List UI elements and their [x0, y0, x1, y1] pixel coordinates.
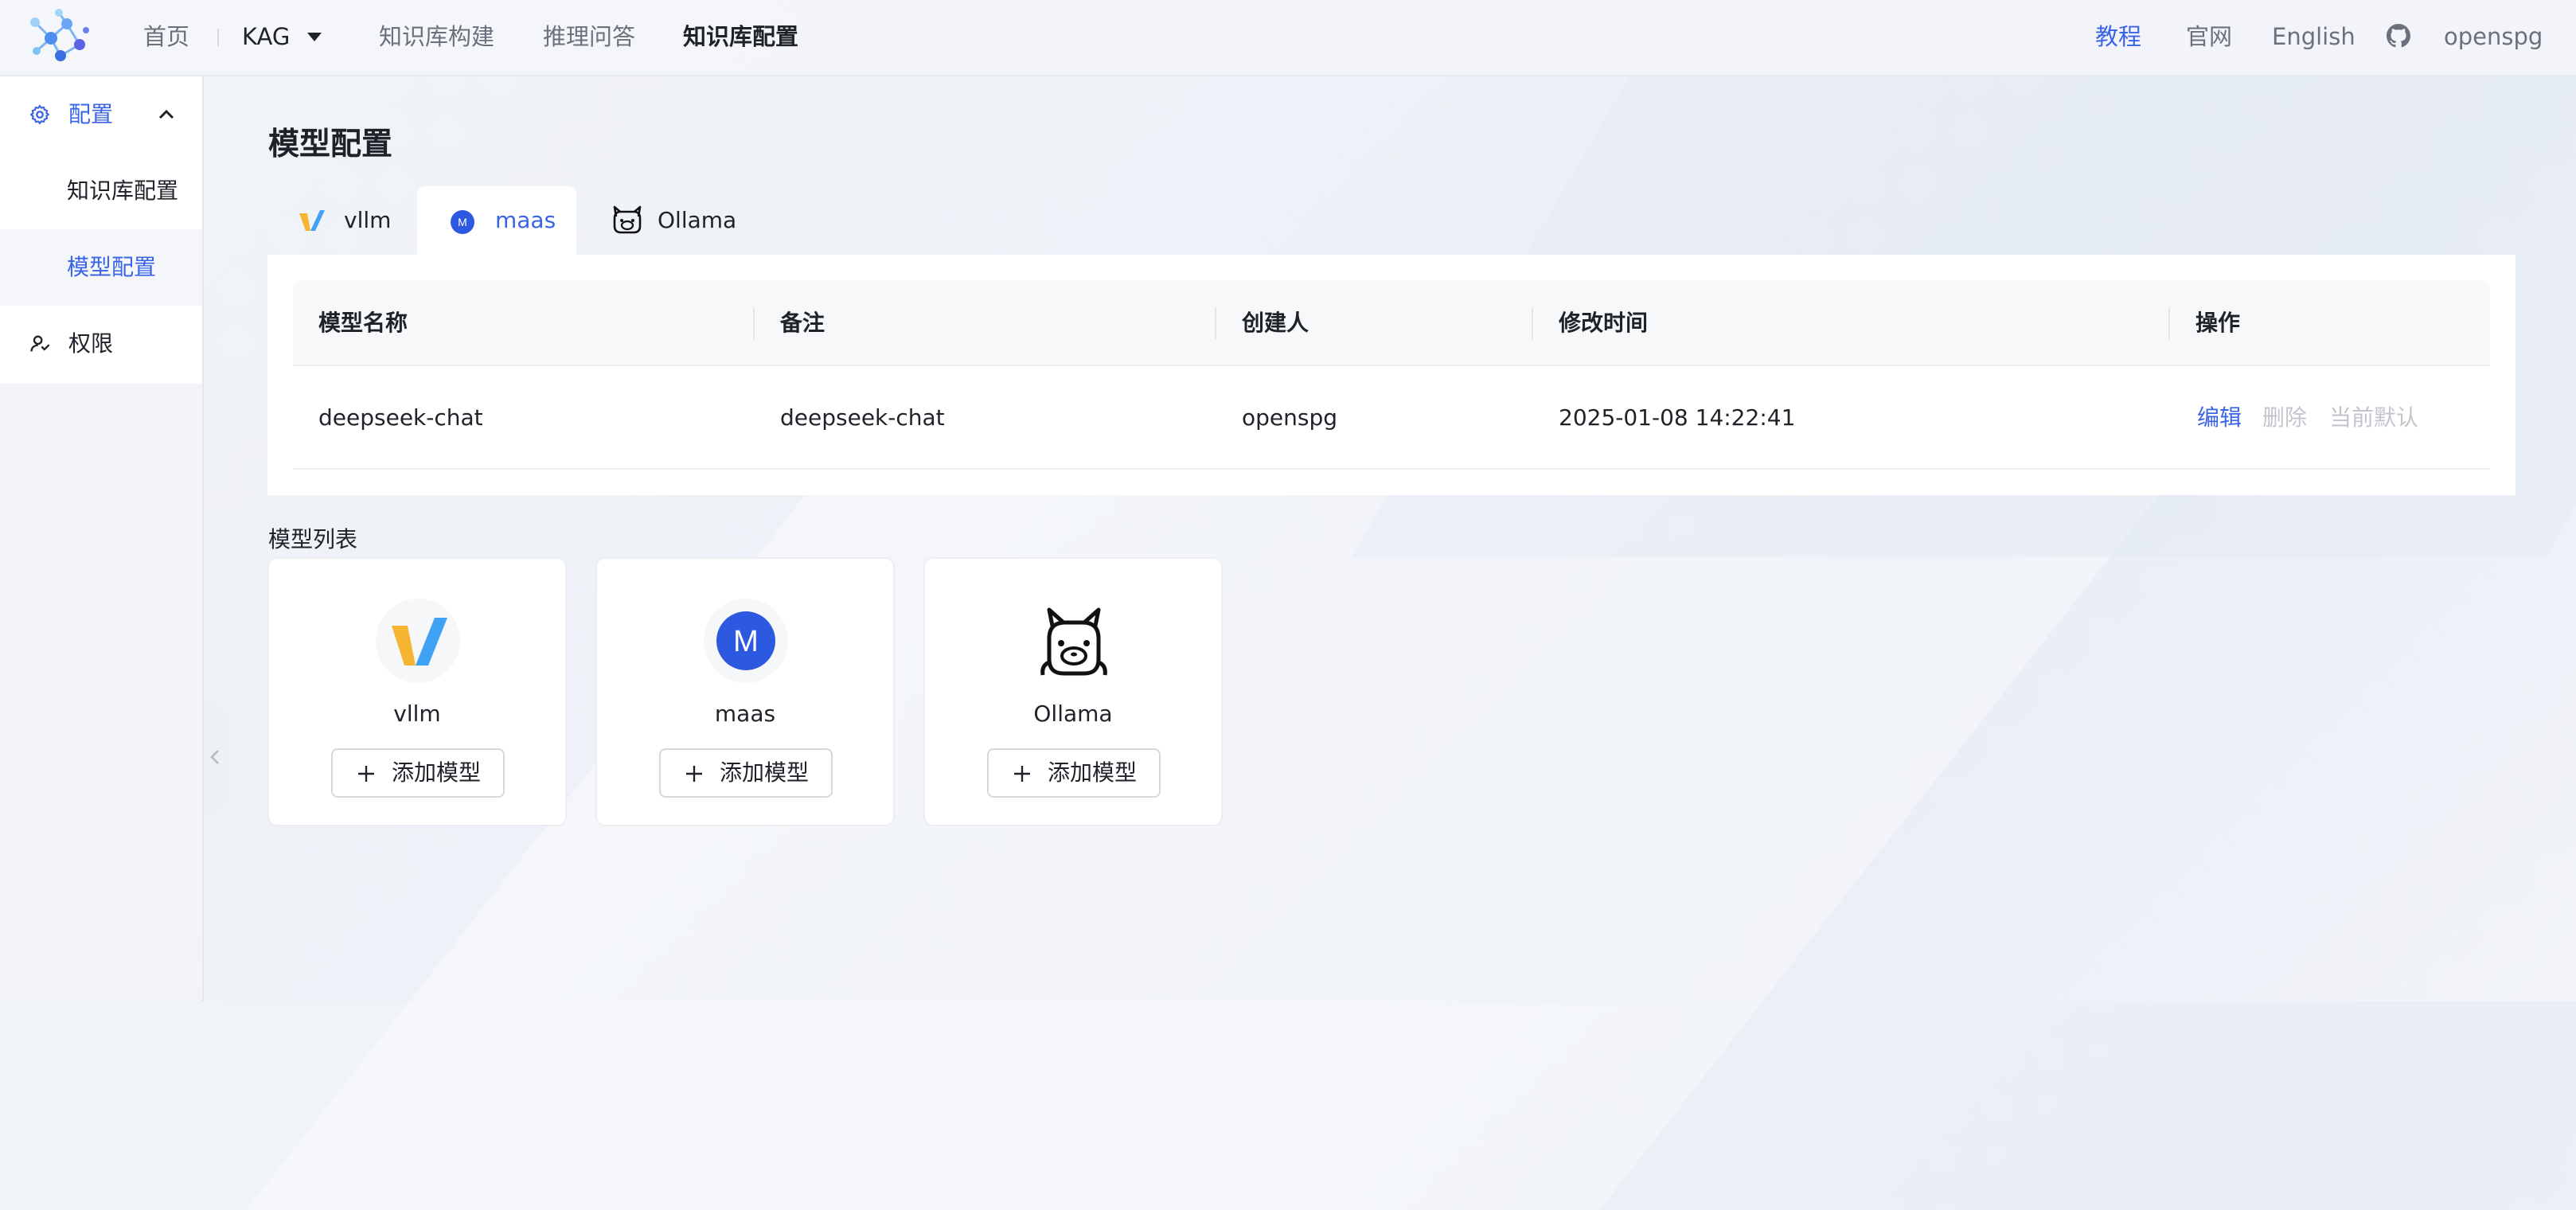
openspg-logo[interactable]: [27, 6, 94, 70]
model-card-maas: M maas 添加模型: [595, 557, 895, 826]
add-model-button[interactable]: 添加模型: [987, 748, 1161, 798]
plus-icon: [1014, 766, 1030, 782]
tab-maas[interactable]: M maas: [417, 186, 576, 255]
model-table-panel: 模型名称 备注 创建人 修改时间 操作 deepseek-chat deepse…: [267, 255, 2516, 495]
vllm-logo-icon: [299, 210, 325, 231]
set-default-link[interactable]: 当前默认: [2329, 366, 2418, 470]
cell-modified-time: 2025-01-08 14:22:41: [1559, 404, 1796, 431]
cell-creator: openspg: [1242, 404, 1338, 431]
nav-tutorial[interactable]: 教程: [2095, 0, 2141, 73]
sidebar: 配置 知识库配置 模型配置 权限: [0, 76, 204, 1001]
chevron-left-icon: [210, 750, 219, 764]
gear-icon: [29, 104, 50, 125]
column-header-name: 模型名称: [318, 310, 408, 336]
edit-link[interactable]: 编辑: [2197, 366, 2242, 470]
page-title: 模型配置: [268, 127, 393, 162]
column-header-remark: 备注: [780, 310, 825, 336]
add-model-button-label: 添加模型: [392, 759, 482, 786]
nav-kb-config[interactable]: 知识库配置: [683, 0, 798, 73]
model-list-title: 模型列表: [268, 526, 358, 552]
column-divider: [753, 307, 755, 339]
cell-remark: deepseek-chat: [780, 404, 945, 431]
sidebar-collapse-handle[interactable]: [204, 702, 228, 814]
model-card-name: Ollama: [1033, 701, 1113, 727]
caret-down-icon: [307, 32, 322, 41]
maas-logo-icon: M: [451, 210, 474, 234]
sidebar-item-model-config-label: 模型配置: [67, 254, 157, 280]
maas-logo-icon: M: [704, 599, 788, 683]
sidebar-group-config: 配置 知识库配置 模型配置 权限: [0, 76, 202, 384]
user-menu[interactable]: openspg: [2444, 0, 2543, 73]
model-card-ollama: Ollama 添加模型: [923, 557, 1223, 826]
column-divider: [1215, 307, 1216, 339]
nav-official-site[interactable]: 官网: [2186, 0, 2232, 73]
table-header: 模型名称 备注 创建人 修改时间 操作: [293, 280, 2490, 366]
add-model-button-label: 添加模型: [1048, 759, 1138, 786]
column-header-modified: 修改时间: [1559, 310, 1649, 336]
svg-text:M: M: [458, 216, 467, 228]
tab-maas-label: maas: [495, 207, 556, 233]
tab-ollama[interactable]: Ollama: [576, 186, 751, 255]
sidebar-item-config-label: 配置: [68, 101, 114, 127]
ollama-logo-icon: [613, 205, 642, 234]
project-selector-label: KAG: [242, 23, 291, 50]
model-card-name: maas: [714, 701, 776, 727]
model-card-name: vllm: [393, 701, 441, 727]
column-divider: [1532, 307, 1533, 339]
sidebar-item-permissions-label: 权限: [68, 330, 114, 357]
sidebar-item-permissions[interactable]: 权限: [0, 306, 202, 382]
user-permission-icon: [30, 335, 50, 352]
top-navigation-bar: 首页 KAG 知识库构建 推理问答 知识库配置 教程 官网 English op…: [0, 0, 2576, 76]
add-model-button[interactable]: 添加模型: [659, 748, 833, 798]
chevron-up-icon: [158, 109, 174, 119]
tab-vllm-label: vllm: [344, 207, 392, 233]
column-header-creator: 创建人: [1242, 310, 1309, 336]
sidebar-item-kb-config[interactable]: 知识库配置: [0, 153, 202, 229]
vllm-logo-icon: [376, 599, 460, 683]
tab-vllm[interactable]: vllm: [267, 186, 417, 255]
add-model-button-label: 添加模型: [720, 759, 810, 786]
project-selector[interactable]: KAG: [242, 0, 322, 73]
table-row: deepseek-chat deepseek-chat openspg 2025…: [293, 366, 2490, 470]
sidebar-item-kb-config-label: 知识库配置: [67, 178, 179, 204]
plus-icon: [358, 766, 374, 782]
model-card-vllm: vllm 添加模型: [267, 557, 567, 826]
column-divider: [2168, 307, 2170, 339]
ollama-logo-icon: [1040, 607, 1107, 676]
nav-divider: [217, 29, 219, 46]
delete-link[interactable]: 删除: [2262, 366, 2307, 470]
nav-reasoning-qa[interactable]: 推理问答: [543, 0, 635, 73]
plus-icon: [686, 766, 702, 782]
nav-kb-build[interactable]: 知识库构建: [379, 0, 494, 73]
nav-home[interactable]: 首页: [143, 0, 189, 73]
add-model-button[interactable]: 添加模型: [331, 748, 505, 798]
sidebar-item-config[interactable]: 配置: [0, 76, 202, 153]
tab-ollama-label: Ollama: [658, 207, 737, 233]
column-header-actions: 操作: [2195, 310, 2241, 336]
cell-model-name: deepseek-chat: [318, 404, 483, 431]
language-switch[interactable]: English: [2272, 0, 2355, 73]
sidebar-item-model-config[interactable]: 模型配置: [0, 229, 202, 306]
svg-text:M: M: [733, 625, 759, 658]
github-icon[interactable]: [2387, 24, 2410, 48]
